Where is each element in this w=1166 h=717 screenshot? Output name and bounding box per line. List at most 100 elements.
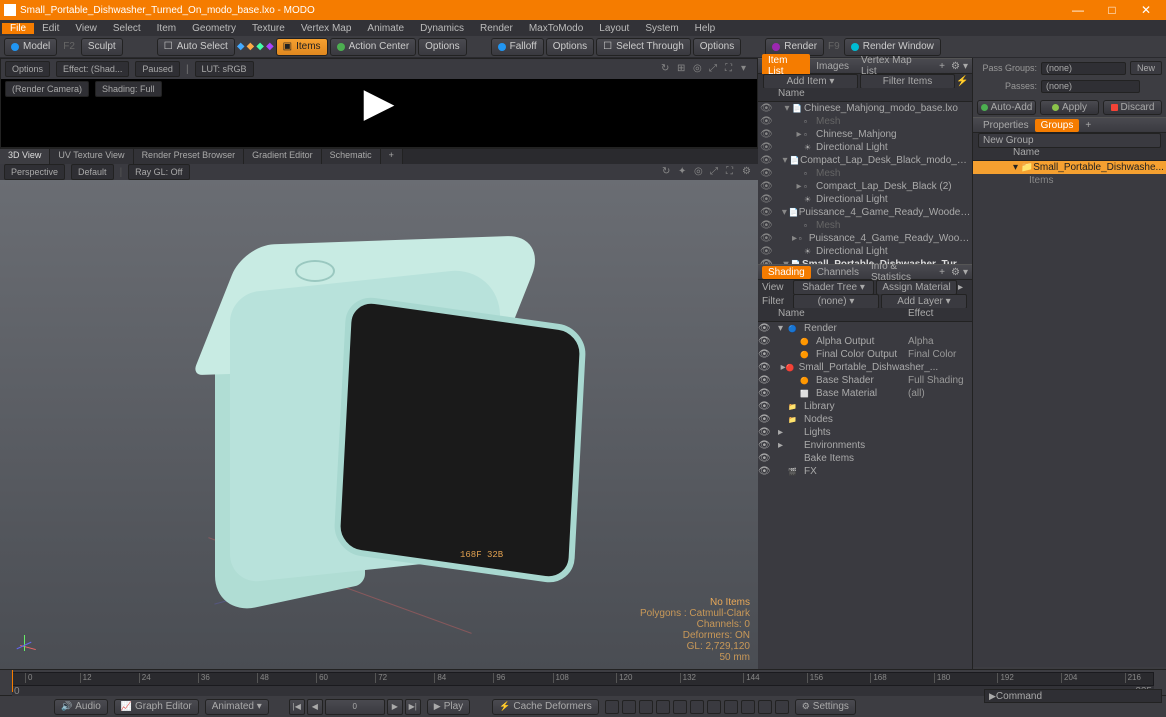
item-row[interactable]: 👁▸▫Puissance_4_Game_Ready_Wooden_Bo... bbox=[758, 232, 972, 245]
item-row[interactable]: 👁▾📄Chinese_Mahjong_modo_base.lxo bbox=[758, 102, 972, 115]
item-row[interactable]: 👁☀Directional Light bbox=[758, 141, 972, 154]
tool-icon[interactable] bbox=[673, 700, 687, 714]
itemtab[interactable]: + bbox=[933, 60, 951, 73]
groups-tree[interactable]: Name ▾ 📁 Small_Portable_Dishwashe... Ite… bbox=[973, 147, 1166, 667]
shader-row[interactable]: 👁📁Nodes bbox=[758, 413, 972, 426]
shader-row[interactable]: 👁Bake Items bbox=[758, 452, 972, 465]
tool-icon[interactable] bbox=[741, 700, 755, 714]
filter-icon[interactable]: ⚡ bbox=[956, 76, 968, 87]
render-window-button[interactable]: Render Window bbox=[844, 38, 941, 56]
preview-icon[interactable]: ⊞ bbox=[677, 63, 689, 75]
viewtab[interactable]: UV Texture View bbox=[50, 149, 133, 164]
viewtab[interactable]: Render Preset Browser bbox=[134, 149, 245, 164]
preview-icon[interactable]: ⛶ bbox=[725, 63, 737, 75]
panel-icon[interactable]: ▾ bbox=[963, 267, 968, 278]
shader-row[interactable]: 👁🎬FX bbox=[758, 465, 972, 478]
action-center-button[interactable]: Action Center bbox=[330, 38, 417, 56]
proptab[interactable]: + bbox=[1079, 119, 1097, 132]
group-items[interactable]: Items bbox=[973, 174, 1166, 187]
auto-select-button[interactable]: ☐ Auto Select bbox=[157, 38, 235, 56]
panel-icon[interactable]: ⚙ bbox=[951, 61, 960, 72]
tool-icon[interactable] bbox=[775, 700, 789, 714]
default-dropdown[interactable]: Default bbox=[71, 164, 114, 180]
shader-row[interactable]: 👁⬜Base Material(all) bbox=[758, 387, 972, 400]
viewtab[interactable]: Gradient Editor bbox=[244, 149, 322, 164]
item-row[interactable]: 👁☀Directional Light bbox=[758, 245, 972, 258]
item-row[interactable]: 👁▾📄Compact_Lap_Desk_Black_modo_base.lxo bbox=[758, 154, 972, 167]
goto-start-button[interactable]: |◀ bbox=[289, 699, 305, 715]
vp-icon[interactable]: ⚙ bbox=[742, 166, 754, 178]
shadingtab[interactable]: Channels bbox=[811, 266, 865, 279]
preview-options[interactable]: Options bbox=[5, 61, 50, 77]
passes-dropdown[interactable]: (none) bbox=[1041, 80, 1140, 93]
vp-icon[interactable]: ✦ bbox=[678, 166, 690, 178]
item-row[interactable]: 👁▾📄Puissance_4_Game_Ready_Wooden_Boar ..… bbox=[758, 206, 972, 219]
play-icon[interactable]: ▶ bbox=[364, 80, 395, 126]
group-row[interactable]: ▾ 📁 Small_Portable_Dishwashe... bbox=[973, 161, 1166, 174]
shader-row[interactable]: 👁🟠Final Color OutputFinal Color bbox=[758, 348, 972, 361]
vp-icon[interactable]: ↻ bbox=[662, 166, 674, 178]
close-button[interactable]: ✕ bbox=[1136, 3, 1156, 17]
proptab[interactable]: Groups bbox=[1035, 119, 1080, 132]
item-row[interactable]: 👁▫Mesh bbox=[758, 115, 972, 128]
preview-effect[interactable]: Effect: (Shad... bbox=[56, 61, 129, 77]
shader-row[interactable]: 👁▾🔵Render bbox=[758, 322, 972, 335]
menu-render[interactable]: Render bbox=[472, 23, 521, 34]
preview-icon[interactable]: ▾ bbox=[741, 63, 753, 75]
tool-icon[interactable] bbox=[707, 700, 721, 714]
model-button[interactable]: Model bbox=[4, 38, 57, 56]
render-camera[interactable]: (Render Camera) bbox=[5, 81, 89, 97]
menu-texture[interactable]: Texture bbox=[244, 23, 293, 34]
cache-deformers-button[interactable]: ⚡ Cache Deformers bbox=[492, 699, 599, 715]
tool-icon[interactable] bbox=[605, 700, 619, 714]
menu-animate[interactable]: Animate bbox=[359, 23, 412, 34]
menu-view[interactable]: View bbox=[67, 23, 105, 34]
maximize-button[interactable]: □ bbox=[1102, 3, 1122, 17]
item-row[interactable]: 👁▫Mesh bbox=[758, 167, 972, 180]
shadingtab[interactable]: Shading bbox=[762, 266, 811, 279]
current-frame[interactable]: 0 bbox=[325, 699, 385, 715]
filter-dropdown[interactable]: (none) ▾ bbox=[793, 294, 879, 309]
preview-icon[interactable]: ⤢ bbox=[709, 63, 721, 75]
axis-gizmo[interactable] bbox=[12, 633, 36, 657]
discard-button[interactable]: Discard bbox=[1103, 100, 1162, 115]
item-row[interactable]: 👁▫Mesh bbox=[758, 219, 972, 232]
graph-editor-button[interactable]: 📈 Graph Editor bbox=[114, 699, 199, 715]
shading-mode[interactable]: Shading: Full bbox=[95, 81, 162, 97]
perspective-dropdown[interactable]: Perspective bbox=[4, 164, 65, 180]
play-button[interactable]: ▶ Play bbox=[427, 699, 470, 715]
tool-icon[interactable] bbox=[758, 700, 772, 714]
vp-icon[interactable]: ⤢ bbox=[710, 166, 722, 178]
itemtab[interactable]: Images bbox=[810, 60, 855, 73]
proptab[interactable]: Properties bbox=[977, 119, 1035, 132]
menu-help[interactable]: Help bbox=[687, 23, 724, 34]
pass-groups-dropdown[interactable]: (none) bbox=[1041, 62, 1126, 75]
prev-frame-button[interactable]: ◀ bbox=[307, 699, 323, 715]
render-button[interactable]: Render bbox=[765, 38, 824, 56]
options-button-2[interactable]: Options bbox=[546, 38, 594, 56]
shader-row[interactable]: 👁🟠Base ShaderFull Shading bbox=[758, 374, 972, 387]
shader-row[interactable]: 👁📁Library bbox=[758, 400, 972, 413]
preview-icon[interactable]: ↻ bbox=[661, 63, 673, 75]
add-item-button[interactable]: Add Item ▾ bbox=[763, 74, 858, 89]
preview-icon[interactable]: ◎ bbox=[693, 63, 705, 75]
shader-row[interactable]: 👁🟠Alpha OutputAlpha bbox=[758, 335, 972, 348]
menu-maxtomodo[interactable]: MaxToModo bbox=[521, 23, 591, 34]
item-row[interactable]: 👁☀Directional Light bbox=[758, 193, 972, 206]
command-input[interactable]: ▶ Command bbox=[984, 689, 1162, 703]
filter-items[interactable]: Filter Items bbox=[860, 74, 955, 89]
menu-geometry[interactable]: Geometry bbox=[184, 23, 244, 34]
shader-tree-dropdown[interactable]: Shader Tree ▾ bbox=[793, 280, 874, 295]
assign-icon[interactable]: ▸ bbox=[958, 282, 968, 293]
panel-icon[interactable]: ▾ bbox=[963, 61, 968, 72]
select-through-button[interactable]: ☐ Select Through bbox=[596, 38, 691, 56]
item-row[interactable]: 👁▸▫Compact_Lap_Desk_Black (2) bbox=[758, 180, 972, 193]
preview-lut[interactable]: LUT: sRGB bbox=[195, 61, 254, 77]
viewtab[interactable]: + bbox=[381, 149, 403, 164]
audio-button[interactable]: 🔊 Audio bbox=[54, 699, 108, 715]
tool-icon[interactable] bbox=[656, 700, 670, 714]
new-group-button[interactable]: New Group bbox=[978, 133, 1161, 148]
animated-dropdown[interactable]: Animated ▾ bbox=[205, 699, 269, 715]
menu-select[interactable]: Select bbox=[105, 23, 149, 34]
item-tree[interactable]: Name 👁▾📄Chinese_Mahjong_modo_base.lxo👁▫M… bbox=[758, 88, 972, 264]
